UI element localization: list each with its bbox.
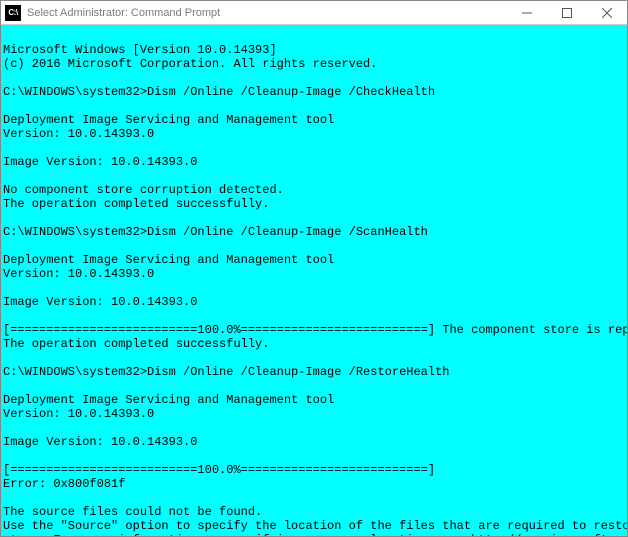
terminal-line: Error: 0x800f081f [3,477,623,491]
terminal-line: The source files could not be found. [3,505,623,519]
window-titlebar: C:\ Select Administrator: Command Prompt [1,1,627,25]
close-icon [602,8,612,18]
terminal-line: No component store corruption detected. [3,183,623,197]
terminal-line [3,169,623,183]
terminal-output[interactable]: Microsoft Windows [Version 10.0.14393](c… [1,25,627,536]
terminal-line [3,491,623,505]
minimize-icon [522,8,532,18]
close-button[interactable] [587,1,627,25]
terminal-line: Microsoft Windows [Version 10.0.14393] [3,43,623,57]
terminal-line: ature. For more information on specifyin… [3,533,623,536]
terminal-line [3,379,623,393]
terminal-line: Deployment Image Servicing and Managemen… [3,393,623,407]
terminal-line: Image Version: 10.0.14393.0 [3,155,623,169]
terminal-line: The operation completed successfully. [3,197,623,211]
terminal-line: C:\WINDOWS\system32>Dism /Online /Cleanu… [3,85,623,99]
terminal-line: [==========================100.0%=======… [3,463,623,477]
terminal-line [3,99,623,113]
window-title: Select Administrator: Command Prompt [27,7,507,19]
terminal-line [3,309,623,323]
terminal-line: Deployment Image Servicing and Managemen… [3,253,623,267]
terminal-line [3,29,623,43]
terminal-line [3,71,623,85]
terminal-line [3,351,623,365]
terminal-line [3,421,623,435]
terminal-line: Deployment Image Servicing and Managemen… [3,113,623,127]
terminal-line: Use the "Source" option to specify the l… [3,519,623,533]
maximize-button[interactable] [547,1,587,25]
terminal-line: Version: 10.0.14393.0 [3,267,623,281]
terminal-line: C:\WINDOWS\system32>Dism /Online /Cleanu… [3,225,623,239]
terminal-line: The operation completed successfully. [3,337,623,351]
terminal-line [3,141,623,155]
terminal-line: Version: 10.0.14393.0 [3,127,623,141]
terminal-line [3,449,623,463]
cmd-icon: C:\ [5,5,21,21]
minimize-button[interactable] [507,1,547,25]
terminal-line: C:\WINDOWS\system32>Dism /Online /Cleanu… [3,365,623,379]
terminal-line: Image Version: 10.0.14393.0 [3,295,623,309]
terminal-line [3,239,623,253]
maximize-icon [562,8,572,18]
terminal-line: [==========================100.0%=======… [3,323,623,337]
terminal-line [3,281,623,295]
terminal-line: Version: 10.0.14393.0 [3,407,623,421]
window-controls [507,1,627,25]
terminal-line [3,211,623,225]
terminal-line: Image Version: 10.0.14393.0 [3,435,623,449]
terminal-line: (c) 2016 Microsoft Corporation. All righ… [3,57,623,71]
